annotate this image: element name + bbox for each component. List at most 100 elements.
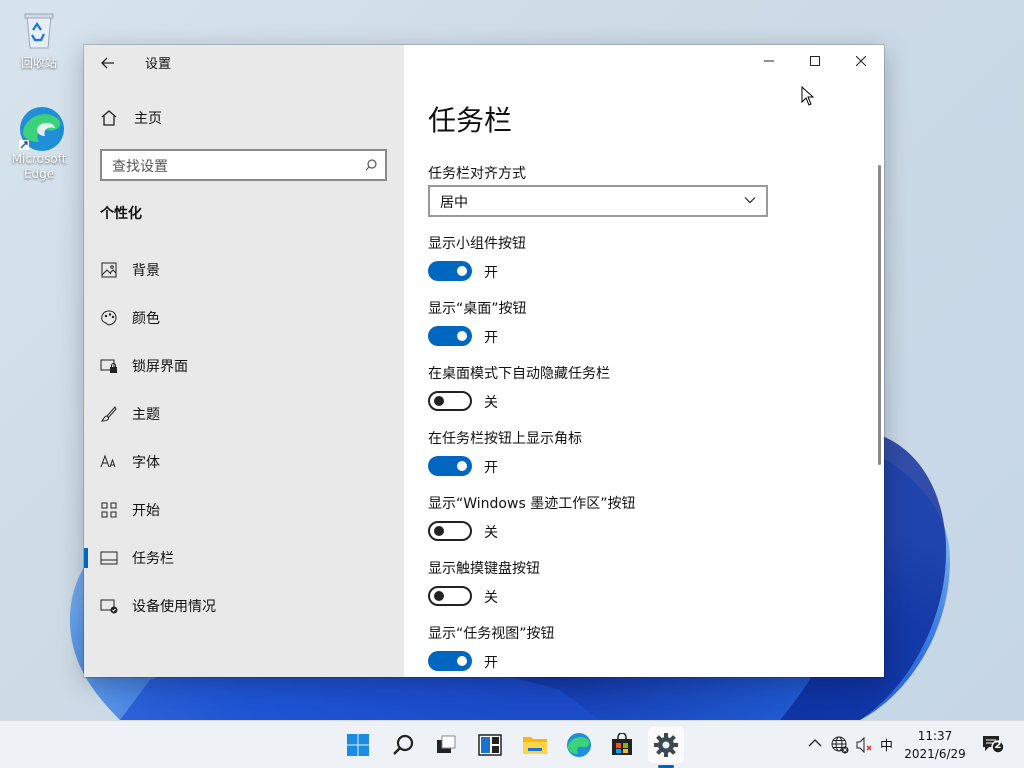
task-view-toggle[interactable] bbox=[428, 651, 472, 671]
task-view-button[interactable] bbox=[428, 727, 464, 763]
sidebar: 设置 主页 查找设置 个性化 背景 颜色 锁屏界面 主题 字体 开始 任务栏 设… bbox=[84, 45, 404, 677]
toggle-label: 在桌面模式下自动隐藏任务栏 bbox=[428, 366, 610, 382]
palette-icon bbox=[100, 309, 118, 327]
search-placeholder: 查找设置 bbox=[112, 159, 168, 175]
back-button[interactable] bbox=[96, 51, 120, 75]
alignment-label: 任务栏对齐方式 bbox=[428, 166, 526, 182]
scrollbar[interactable] bbox=[878, 165, 881, 465]
sidebar-item-label: 字体 bbox=[132, 455, 160, 471]
sidebar-item-lock-screen[interactable]: 锁屏界面 bbox=[84, 346, 404, 386]
task-view-icon bbox=[437, 735, 456, 753]
clock-time: 11:37 bbox=[917, 729, 953, 743]
edge-button[interactable] bbox=[561, 727, 597, 763]
store-button[interactable] bbox=[604, 727, 640, 763]
recycle-bin-icon bbox=[17, 8, 61, 52]
ime-indicator[interactable]: 中 bbox=[880, 735, 893, 754]
toggle-label: 显示“Windows 墨迹工作区”按钮 bbox=[428, 496, 636, 512]
alignment-dropdown[interactable]: 居中 bbox=[428, 185, 768, 217]
sidebar-item-label: 设备使用情况 bbox=[132, 599, 216, 615]
toggle-label: 显示小组件按钮 bbox=[428, 236, 526, 252]
auto-hide-toggle[interactable] bbox=[428, 391, 472, 411]
home-icon bbox=[101, 110, 117, 126]
brush-icon bbox=[100, 405, 118, 423]
desktop-icon-recycle-bin[interactable]: 回收站 bbox=[4, 8, 74, 71]
search-icon bbox=[393, 734, 414, 755]
desktop-icon-label: 回收站 bbox=[20, 56, 57, 70]
sidebar-item-label: 背景 bbox=[132, 263, 160, 279]
clock-date: 2021/6/29 bbox=[904, 747, 966, 761]
toggle-label: 显示“任务视图”按钮 bbox=[428, 626, 555, 642]
toggle-label: 显示触摸键盘按钮 bbox=[428, 561, 540, 577]
sidebar-item-themes[interactable]: 主题 bbox=[84, 394, 404, 434]
sidebar-item-taskbar[interactable]: 任务栏 bbox=[84, 538, 404, 578]
sidebar-item-label: 颜色 bbox=[132, 311, 160, 327]
folder-icon bbox=[523, 737, 547, 754]
toggle-knob bbox=[457, 331, 467, 341]
toggle-knob bbox=[457, 461, 467, 471]
toggle-label: 在任务栏按钮上显示角标 bbox=[428, 431, 582, 447]
desktop-icon-edge[interactable]: Microsoft Edge bbox=[4, 104, 74, 182]
file-explorer-button[interactable] bbox=[517, 727, 553, 763]
taskbar: 中 11:37 2021/6/29 2 bbox=[0, 720, 1024, 768]
volume-muted-icon bbox=[856, 736, 872, 754]
sidebar-item-device-usage[interactable]: 设备使用情况 bbox=[84, 586, 404, 626]
toggle-knob bbox=[434, 526, 444, 536]
widgets-toggle[interactable] bbox=[428, 261, 472, 281]
notification-center-button[interactable]: 2 bbox=[982, 734, 1005, 758]
taskbar-icon bbox=[100, 549, 118, 567]
toggle-knob bbox=[457, 266, 467, 276]
widgets-button[interactable] bbox=[472, 727, 508, 763]
widgets-icon bbox=[478, 734, 502, 756]
toggle-state: 关 bbox=[484, 395, 498, 411]
picture-icon bbox=[100, 261, 118, 279]
maximize-button[interactable] bbox=[792, 45, 838, 77]
globe-icon bbox=[831, 736, 849, 754]
chevron-down-icon bbox=[744, 197, 756, 204]
notification-count: 2 bbox=[994, 740, 1002, 751]
toggle-state: 开 bbox=[484, 655, 498, 671]
font-icon bbox=[100, 453, 118, 471]
sidebar-item-home[interactable]: 主页 bbox=[100, 106, 162, 130]
search-icon bbox=[365, 159, 377, 171]
minimize-button[interactable] bbox=[746, 45, 792, 77]
toggle-state: 开 bbox=[484, 460, 498, 476]
sidebar-item-fonts[interactable]: 字体 bbox=[84, 442, 404, 482]
sidebar-item-label: 主页 bbox=[134, 111, 162, 127]
volume-button[interactable] bbox=[856, 736, 874, 758]
close-icon bbox=[856, 56, 866, 66]
show-hidden-icons-button[interactable] bbox=[808, 737, 822, 752]
dropdown-value: 居中 bbox=[440, 195, 468, 211]
gear-icon bbox=[654, 733, 678, 757]
sidebar-item-background[interactable]: 背景 bbox=[84, 250, 404, 290]
sidebar-item-label: 锁屏界面 bbox=[132, 359, 188, 375]
search-input[interactable]: 查找设置 bbox=[100, 149, 387, 181]
toggle-knob bbox=[434, 396, 444, 406]
sidebar-item-colors[interactable]: 颜色 bbox=[84, 298, 404, 338]
touch-keyboard-toggle[interactable] bbox=[428, 586, 472, 606]
window-title: 设置 bbox=[145, 57, 172, 72]
mouse-cursor-icon bbox=[801, 86, 815, 106]
device-usage-icon bbox=[100, 597, 118, 615]
sidebar-group-title: 个性化 bbox=[100, 206, 142, 222]
network-button[interactable] bbox=[831, 736, 849, 758]
edge-icon bbox=[17, 104, 64, 151]
toggle-state: 开 bbox=[484, 330, 498, 346]
start-grid-icon bbox=[100, 501, 118, 519]
page-title: 任务栏 bbox=[428, 104, 513, 137]
desktop-button-toggle[interactable] bbox=[428, 326, 472, 346]
ink-workspace-toggle[interactable] bbox=[428, 521, 472, 541]
close-button[interactable] bbox=[838, 45, 884, 77]
toggle-knob bbox=[457, 656, 467, 666]
start-button[interactable] bbox=[340, 727, 376, 763]
sidebar-item-label: 主题 bbox=[132, 407, 160, 423]
store-icon bbox=[612, 733, 632, 755]
settings-button[interactable] bbox=[648, 727, 684, 763]
desktop-icon-label: Microsoft Edge bbox=[11, 152, 67, 181]
badges-toggle[interactable] bbox=[428, 456, 472, 476]
clock[interactable]: 11:37 2021/6/29 bbox=[900, 727, 970, 763]
sidebar-item-start[interactable]: 开始 bbox=[84, 490, 404, 530]
settings-window: 设置 主页 查找设置 个性化 背景 颜色 锁屏界面 主题 字体 开始 任务栏 设… bbox=[84, 45, 884, 677]
search-button[interactable] bbox=[385, 727, 421, 763]
minimize-icon bbox=[764, 60, 774, 62]
toggle-state: 关 bbox=[484, 525, 498, 541]
